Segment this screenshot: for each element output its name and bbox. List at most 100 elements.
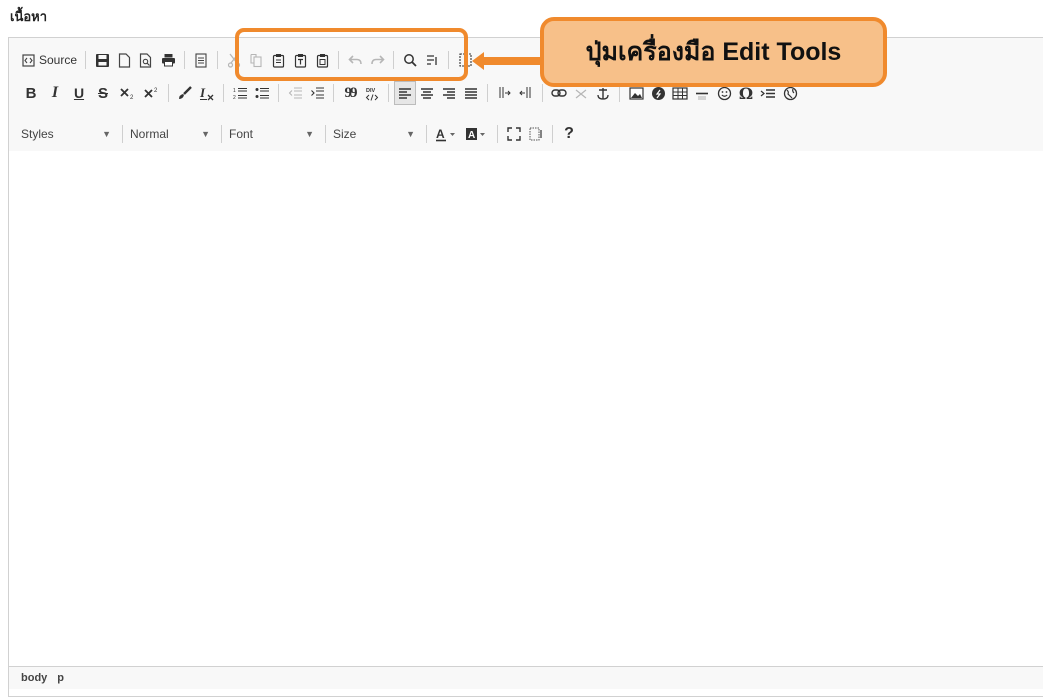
source-icon (22, 53, 35, 67)
print-button[interactable] (157, 48, 179, 72)
separator (388, 84, 389, 102)
justify-button[interactable] (460, 81, 482, 105)
blockquote-button[interactable]: 99 (339, 81, 361, 105)
svg-text:2: 2 (233, 95, 236, 100)
rtl-button[interactable] (515, 81, 537, 105)
print-icon (161, 54, 175, 67)
styles-label: Styles (21, 127, 54, 141)
source-button[interactable]: Source (19, 48, 80, 72)
size-dropdown[interactable]: Size ▼ (331, 122, 421, 146)
separator (168, 84, 169, 102)
element-path-bar: body p (9, 666, 1043, 689)
paintbrush-icon (179, 85, 192, 99)
italic-button[interactable]: I (43, 81, 67, 105)
show-blocks-button[interactable] (525, 122, 547, 146)
chevron-down-icon: ▼ (406, 129, 415, 139)
preview-button[interactable] (135, 48, 157, 72)
globe-icon (783, 86, 797, 100)
horizontal-line-icon (696, 92, 708, 99)
preview-icon (139, 52, 152, 68)
div-icon: DIV (365, 88, 379, 101)
chevron-down-icon: ▼ (201, 129, 210, 139)
text-color-button[interactable]: A (432, 122, 462, 146)
field-label: เนื้อหา (10, 10, 48, 25)
superscript-button[interactable]: 2 (139, 81, 163, 105)
link-icon (551, 89, 567, 97)
copy-formatting-button[interactable] (174, 81, 196, 105)
chevron-down-icon: ▼ (102, 129, 111, 139)
source-label: Source (39, 53, 78, 67)
templates-icon (195, 52, 207, 68)
separator (542, 84, 543, 102)
table-icon (672, 86, 688, 100)
strikethrough-button[interactable]: S (91, 81, 115, 105)
path-p[interactable]: p (57, 672, 64, 684)
chevron-down-icon: ▼ (305, 129, 314, 139)
numbered-list-icon: 12 (233, 87, 247, 100)
rich-text-editor: Source B I U S 2 2 I 1 2 99 DIV Ω Styles… (8, 37, 1043, 697)
subscript-button[interactable]: 2 (115, 81, 139, 105)
maximize-icon (507, 127, 521, 141)
toolbar-row-3: Styles ▼ Normal ▼ Font ▼ Size ▼ A A ? (19, 121, 580, 147)
help-button[interactable]: ? (558, 122, 580, 146)
create-div-button[interactable]: DIV (361, 81, 383, 105)
indent-button[interactable] (306, 81, 328, 105)
ltr-icon (499, 87, 511, 98)
separator (184, 51, 186, 69)
new-page-icon (118, 52, 130, 68)
svg-text:I: I (199, 86, 206, 100)
remove-format-button[interactable]: I (196, 81, 218, 105)
templates-button[interactable] (190, 48, 212, 72)
bg-color-icon: A (466, 127, 485, 141)
flash-icon (651, 86, 665, 100)
callout-text: ปุ่มเครื่องมือ Edit Tools (585, 38, 842, 66)
anchor-icon (597, 87, 609, 100)
save-button[interactable] (91, 48, 113, 72)
bulleted-list-button[interactable] (251, 81, 273, 105)
font-dropdown[interactable]: Font ▼ (227, 122, 320, 146)
smiley-icon (717, 86, 731, 100)
separator (333, 84, 334, 102)
font-label: Font (229, 127, 254, 141)
callout-arrow-icon (472, 52, 542, 70)
maximize-button[interactable] (503, 122, 525, 146)
format-dropdown[interactable]: Normal ▼ (128, 122, 216, 146)
size-label: Size (333, 127, 357, 141)
align-left-icon (399, 87, 411, 99)
separator (497, 125, 498, 143)
unlink-icon (575, 89, 587, 99)
edit-tools-highlight-box (235, 28, 468, 81)
separator (122, 125, 123, 143)
svg-text:1: 1 (233, 88, 236, 94)
editor-content-area[interactable] (9, 151, 1043, 666)
outdent-button[interactable] (284, 81, 306, 105)
align-left-button[interactable] (394, 81, 416, 105)
path-body[interactable]: body (21, 672, 47, 684)
indent-icon (310, 87, 324, 99)
align-right-icon (443, 87, 455, 99)
page-break-icon (760, 88, 775, 98)
svg-text:2: 2 (130, 95, 134, 100)
svg-text:A: A (468, 130, 475, 141)
numbered-list-button[interactable]: 12 (229, 81, 251, 105)
align-right-button[interactable] (438, 81, 460, 105)
bg-color-button[interactable]: A (462, 122, 492, 146)
save-icon (95, 53, 109, 67)
new-page-button[interactable] (113, 48, 135, 72)
styles-dropdown[interactable]: Styles ▼ (19, 122, 117, 146)
image-icon (628, 86, 644, 100)
superscript-icon: 2 (144, 88, 158, 98)
align-center-icon (421, 87, 433, 99)
bold-button[interactable]: B (19, 81, 43, 105)
remove-format-icon: I (199, 86, 214, 100)
subscript-icon: 2 (120, 88, 134, 100)
ltr-button[interactable] (493, 81, 515, 105)
align-center-button[interactable] (416, 81, 438, 105)
svg-text:2: 2 (154, 88, 158, 94)
show-blocks-icon (529, 127, 542, 141)
underline-button[interactable]: U (67, 81, 91, 105)
separator (552, 125, 553, 143)
rtl-icon (519, 87, 531, 98)
text-color-icon: A (436, 127, 455, 141)
separator (217, 51, 219, 69)
